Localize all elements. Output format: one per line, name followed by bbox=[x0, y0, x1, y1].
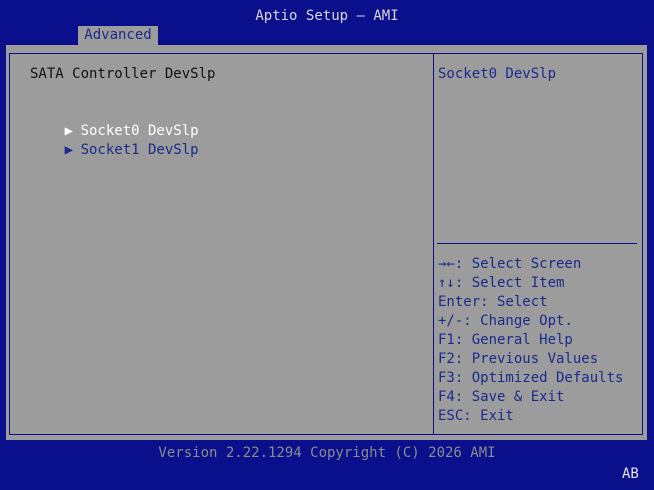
help-separator bbox=[437, 243, 637, 244]
tab-advanced[interactable]: Advanced bbox=[78, 26, 158, 45]
main-panel: SATA Controller DevSlp ▶ Socket0 DevSlp ▶… bbox=[6, 45, 647, 440]
window-title: Aptio Setup – AMI bbox=[255, 8, 399, 24]
footer-version: Version 2.22.1294 Copyright (C) 2026 AMI bbox=[158, 445, 496, 461]
panel-divider bbox=[433, 53, 434, 435]
section-title: SATA Controller DevSlp bbox=[30, 66, 216, 82]
key-hint-select-screen: →←: Select Screen bbox=[438, 256, 582, 272]
key-hint-general-help: F1: General Help bbox=[438, 332, 573, 348]
help-description: Socket0 DevSlp bbox=[438, 66, 557, 82]
key-hint-optimized-defaults: F3: Optimized Defaults bbox=[438, 370, 624, 386]
submenu-arrow-icon: ▶ bbox=[64, 142, 74, 158]
key-hint-save-exit: F4: Save & Exit bbox=[438, 389, 565, 405]
key-hint-select-item: ↑↓: Select Item bbox=[438, 275, 565, 291]
menu-item-label: Socket1 DevSlp bbox=[80, 142, 199, 158]
key-hint-enter: Enter: Select bbox=[438, 294, 548, 310]
footer-badge: AB bbox=[622, 466, 639, 482]
menu-item-socket1-devslp[interactable]: ▶ Socket1 DevSlp bbox=[14, 122, 199, 179]
key-hint-previous-values: F2: Previous Values bbox=[438, 351, 599, 367]
bios-screen: Aptio Setup – AMI Advanced SATA Controll… bbox=[0, 0, 654, 490]
key-hint-change-opt: +/-: Change Opt. bbox=[438, 313, 573, 329]
key-hint-exit: ESC: Exit bbox=[438, 408, 514, 424]
